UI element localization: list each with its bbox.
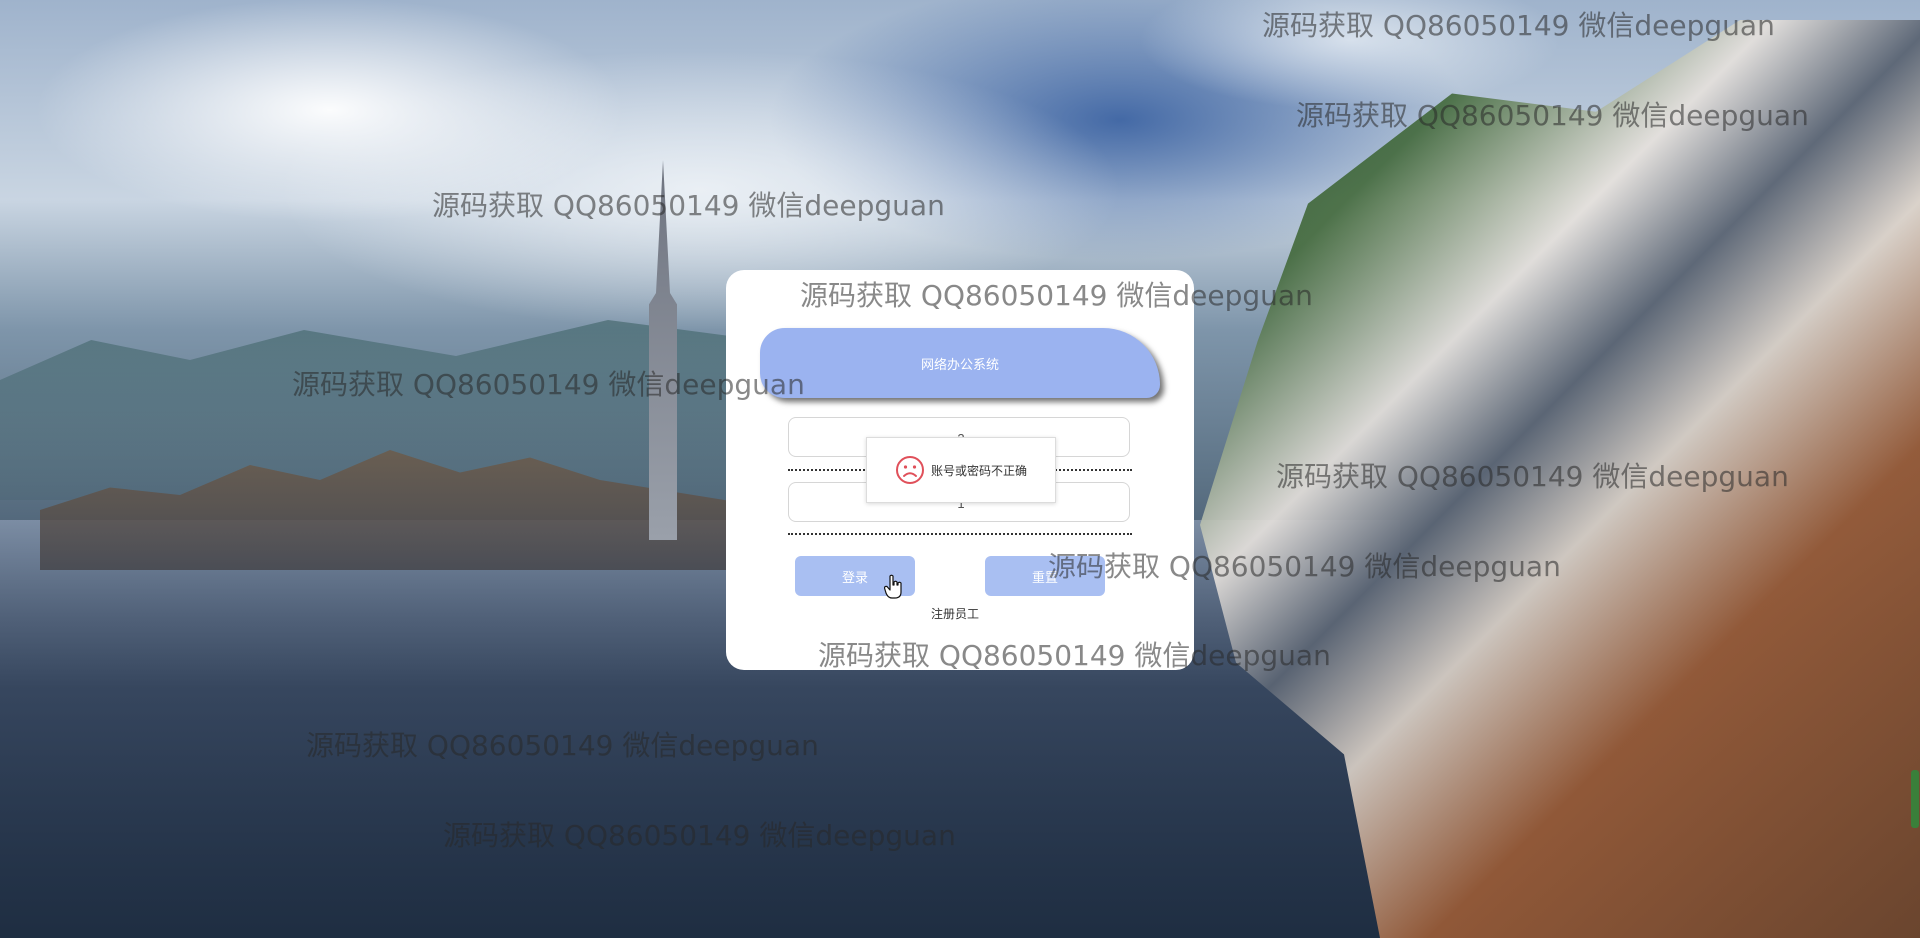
hand-pointer-icon bbox=[884, 574, 902, 599]
toast-message: 账号或密码不正确 bbox=[930, 463, 1027, 478]
watermark-text: 源码获取 QQ86050149 微信deepguan bbox=[432, 189, 945, 222]
app-header-bar: 网络办公系统 bbox=[760, 328, 1160, 398]
watermark-text: 源码获取 QQ86050149 微信deepguan bbox=[292, 368, 805, 401]
app-title: 网络办公系统 bbox=[920, 357, 999, 373]
watermark-text: 源码获取 QQ86050149 微信deepguan bbox=[1262, 9, 1775, 42]
password-divider bbox=[788, 533, 1132, 535]
watermark-text: 源码获取 QQ86050149 微信deepguan bbox=[818, 639, 1331, 672]
register-employee-link[interactable]: 注册员工 bbox=[900, 605, 1010, 622]
sad-face-icon bbox=[895, 456, 924, 484]
watermark-text: 源码获取 QQ86050149 微信deepguan bbox=[443, 819, 956, 852]
watermark-text: 源码获取 QQ86050149 微信deepguan bbox=[1048, 550, 1561, 583]
watermark-text: 源码获取 QQ86050149 微信deepguan bbox=[1276, 460, 1789, 493]
watermark-text: 源码获取 QQ86050149 微信deepguan bbox=[1296, 99, 1809, 132]
scrollbar-handle[interactable] bbox=[1911, 770, 1919, 828]
watermark-text: 源码获取 QQ86050149 微信deepguan bbox=[800, 279, 1313, 312]
watermark-text: 源码获取 QQ86050149 微信deepguan bbox=[306, 729, 819, 762]
error-toast: 账号或密码不正确 bbox=[866, 437, 1056, 503]
